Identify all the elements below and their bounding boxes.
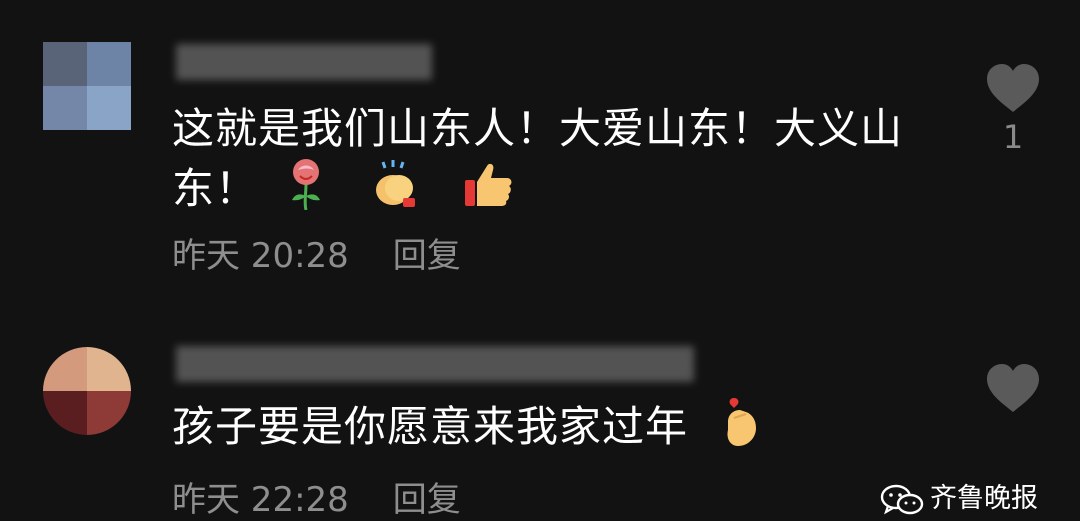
watermark: 齐鲁晚报 <box>880 476 1038 516</box>
comment-meta: 昨天 20:28 回复 <box>172 228 461 277</box>
comment-time: 昨天 22:28 <box>172 480 349 520</box>
clapping-hands-icon <box>369 158 421 225</box>
thumbs-up-icon <box>463 158 515 225</box>
comment-text-line-1: 这就是我们山东人！大爱山东！大义山 <box>172 104 904 153</box>
comment-meta: 昨天 22:28 回复 <box>172 472 461 521</box>
rose-icon <box>286 158 326 225</box>
reply-button[interactable]: 回复 <box>393 480 461 520</box>
finger-heart-icon <box>720 396 760 463</box>
username-blurred[interactable] <box>176 346 694 382</box>
avatar[interactable] <box>43 347 131 435</box>
comment-text: 孩子要是你愿意来我家过年 <box>172 402 689 451</box>
heart-icon[interactable] <box>985 362 1041 414</box>
reply-button[interactable]: 回复 <box>393 236 461 276</box>
watermark-label: 齐鲁晚报 <box>930 483 1038 514</box>
avatar[interactable] <box>43 42 131 130</box>
comment-text-line-2: 东！ <box>172 158 529 225</box>
comment-time: 昨天 20:28 <box>172 236 349 276</box>
wechat-icon <box>880 484 924 514</box>
comment-text-tail: 东！ <box>172 164 259 213</box>
comment-text-line-1: 孩子要是你愿意来我家过年 <box>172 396 774 463</box>
comment-item: 这就是我们山东人！大爱山东！大义山 东！ 昨天 20:28 回复 1 <box>0 0 1080 300</box>
username-blurred[interactable] <box>176 44 432 80</box>
like-count: 1 <box>1002 118 1024 156</box>
heart-icon[interactable] <box>985 62 1041 114</box>
